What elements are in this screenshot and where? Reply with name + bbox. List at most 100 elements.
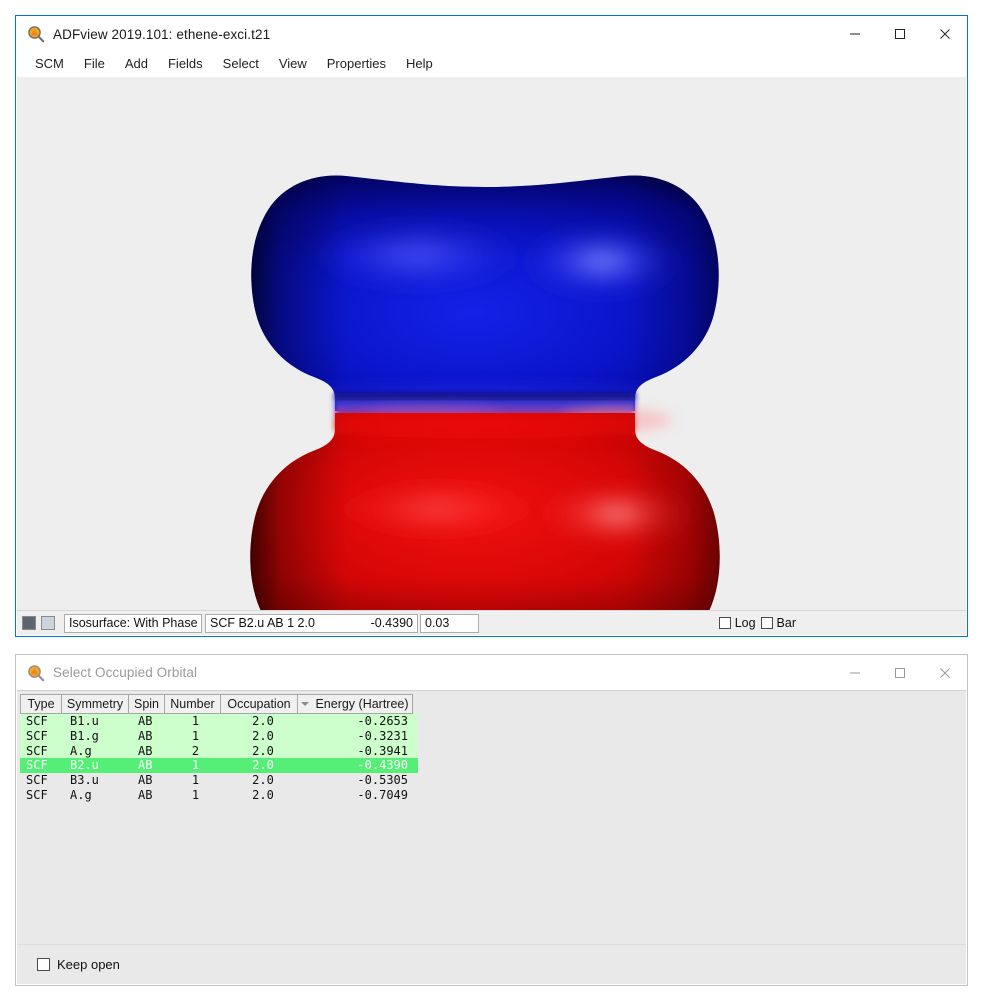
sort-descending-icon (301, 702, 310, 706)
orbital-positive-lobe (251, 175, 719, 411)
close-button[interactable] (922, 655, 967, 691)
cell-symmetry: A.g (70, 743, 92, 758)
column-header-occupation[interactable]: Occupation (220, 694, 298, 714)
cell-type: SCF (26, 714, 48, 729)
menu-help[interactable]: Help (396, 54, 443, 74)
column-header-symmetry[interactable]: Symmetry (61, 694, 129, 714)
column-header-label: Spin (133, 697, 160, 711)
column-header-spin[interactable]: Spin (128, 694, 165, 714)
cell-spin: AB (138, 729, 153, 744)
log-checkbox[interactable]: Log (718, 616, 756, 630)
cell-energy: -0.4390 (357, 758, 408, 773)
keep-open-label: Keep open (57, 957, 120, 972)
maximize-button[interactable] (877, 655, 922, 691)
cell-occupation: 2.0 (252, 729, 274, 744)
table-row[interactable]: SCF B2.u AB 1 2.0 -0.4390 (20, 758, 418, 773)
column-header-number[interactable]: Number (164, 694, 221, 714)
cell-spin: AB (138, 743, 153, 758)
orbital-window-body: Type Symmetry Spin Number Occupation Energy (… (17, 690, 966, 984)
cell-number: 2 (191, 743, 200, 758)
cell-number: 1 (191, 714, 200, 729)
cell-energy: -0.3941 (357, 743, 408, 758)
column-header-label: Energy (Hartree) (315, 697, 409, 711)
cell-energy: -0.3231 (357, 729, 408, 744)
column-header-energy-hartree[interactable]: Energy (Hartree) (297, 694, 413, 714)
bar-checkbox-label: Bar (776, 616, 796, 630)
menu-fields[interactable]: Fields (158, 54, 213, 74)
cell-number: 1 (191, 773, 200, 788)
main-statusbar: Isosurface: With Phase SCF B2.u AB 1 2.0… (17, 610, 966, 635)
table-row[interactable]: SCF A.g AB 1 2.0 -0.7049 (20, 787, 418, 803)
orbital-table-header: Type Symmetry Spin Number Occupation Energy (… (20, 694, 963, 714)
cell-occupation: 2.0 (252, 758, 274, 773)
menu-scm[interactable]: SCM (25, 54, 74, 74)
menu-file[interactable]: File (74, 54, 115, 74)
minimize-button[interactable] (832, 655, 877, 691)
menu-select[interactable]: Select (213, 54, 269, 74)
orbital-isosurface (250, 175, 720, 612)
orbital-table-body: SCF B1.u AB 1 2.0 -0.2653 SCF B1.g AB 1 2.0 -0.3231… (20, 714, 963, 803)
phase-color-swatch-negative[interactable] (22, 616, 36, 630)
cell-number: 1 (191, 758, 200, 773)
menu-add[interactable]: Add (115, 54, 158, 74)
selected-orbital-field[interactable]: SCF B2.u AB 1 2.0 -0.4390 (205, 613, 418, 633)
phase-color-swatch-positive[interactable] (41, 616, 55, 630)
isosurface-type-field[interactable]: Isosurface: With Phase (64, 613, 202, 633)
cell-occupation: 2.0 (252, 743, 274, 758)
cell-occupation: 2.0 (252, 714, 274, 729)
cell-spin: AB (138, 787, 153, 802)
magnifier-icon (26, 24, 46, 44)
isovalue-input[interactable]: 0.03 (420, 613, 479, 633)
orbital-negative-lobe (250, 413, 720, 612)
selected-orbital-energy: -0.4390 (370, 616, 413, 630)
cell-spin: AB (138, 758, 153, 773)
orbital-window-titlebar[interactable]: Select Occupied Orbital (16, 655, 967, 690)
keep-open-checkbox[interactable]: Keep open (37, 957, 120, 972)
cell-symmetry: B2.u (70, 758, 99, 773)
keep-open-checkbox-box (37, 958, 50, 971)
table-row[interactable]: SCF B1.u AB 1 2.0 -0.2653 (20, 714, 418, 729)
table-row[interactable]: SCF A.g AB 2 2.0 -0.3941 (20, 743, 418, 759)
cell-number: 1 (191, 729, 200, 744)
adfview-window: ADFview 2019.101: ethene-exci.t21 SCM Fi… (15, 15, 968, 637)
menubar: SCM File Add Fields Select View Properti… (16, 52, 967, 77)
orbital-table: Type Symmetry Spin Number Occupation Energy (… (20, 694, 963, 942)
cell-symmetry: B3.u (70, 773, 99, 788)
column-header-label: Occupation (227, 697, 291, 711)
log-checkbox-label: Log (734, 616, 756, 630)
close-button[interactable] (922, 16, 967, 52)
adfview-window-controls (832, 16, 967, 52)
orbital-window-controls (832, 655, 967, 691)
cell-symmetry: A.g (70, 787, 92, 802)
bar-checkbox-box (760, 617, 773, 629)
bar-checkbox[interactable]: Bar (760, 616, 796, 630)
maximize-button[interactable] (877, 16, 922, 52)
log-checkbox-box (718, 617, 731, 629)
select-occupied-orbital-window: Select Occupied Orbital Type Symmetry Spin… (15, 654, 968, 986)
adfview-titlebar[interactable]: ADFview 2019.101: ethene-exci.t21 (16, 16, 967, 52)
cell-energy: -0.5305 (357, 773, 408, 788)
cell-type: SCF (26, 758, 48, 773)
cell-symmetry: B1.u (70, 714, 99, 729)
cell-spin: AB (138, 714, 153, 729)
menu-properties[interactable]: Properties (317, 54, 396, 74)
cell-symmetry: B1.g (70, 729, 99, 744)
cell-energy: -0.7049 (357, 787, 408, 802)
magnifier-icon (26, 663, 46, 683)
cell-type: SCF (26, 743, 48, 758)
cell-type: SCF (26, 729, 48, 744)
menu-view[interactable]: View (269, 54, 317, 74)
keep-open-row: Keep open (17, 944, 966, 984)
column-header-label: Symmetry (66, 697, 124, 711)
table-row[interactable]: SCF B3.u AB 1 2.0 -0.5305 (20, 772, 418, 788)
column-header-label: Type (27, 697, 55, 711)
3d-viewport[interactable] (17, 77, 966, 612)
cell-occupation: 2.0 (252, 773, 274, 788)
selected-orbital-label: SCF B2.u AB 1 2.0 (210, 616, 315, 630)
cell-type: SCF (26, 773, 48, 788)
table-row[interactable]: SCF B1.g AB 1 2.0 -0.3231 (20, 728, 418, 744)
cell-occupation: 2.0 (252, 787, 274, 802)
column-header-type[interactable]: Type (20, 694, 62, 714)
orbital-window-title: Select Occupied Orbital (53, 665, 198, 680)
minimize-button[interactable] (832, 16, 877, 52)
